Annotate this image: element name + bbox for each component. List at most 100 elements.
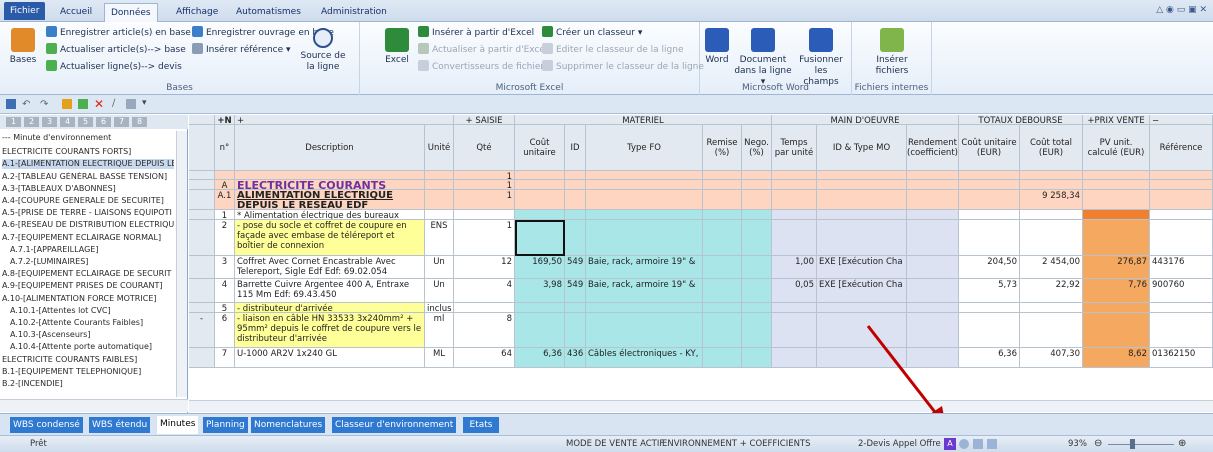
cell-description[interactable] [235,171,425,180]
cell-description[interactable]: U-1000 AR2V 1x240 GL [235,348,425,368]
group-header-main-oeuvre[interactable]: MAIN D'OEUVRE [772,115,959,125]
row-header[interactable] [189,256,215,279]
cell-type-mo[interactable] [817,171,907,180]
cell-unit[interactable] [425,180,454,190]
cell-number[interactable]: 2 [215,220,235,256]
cell-total-unit[interactable] [959,210,1020,220]
cell-total[interactable] [1020,180,1083,190]
row-header[interactable] [189,303,215,313]
cell-rendement[interactable] [907,171,959,180]
cell-quantity[interactable]: 12 [454,256,515,279]
tree-item[interactable]: A.7.1-[APPAREILLAGE] [10,245,178,255]
cell-total[interactable]: 2 454,00 [1020,256,1083,279]
tree-item[interactable]: A.10.1-[Attentes lot CVC] [10,306,178,316]
cell-number[interactable] [215,171,235,180]
cell-temps[interactable] [772,171,817,180]
status-icon[interactable] [973,439,983,449]
cell-reference[interactable]: 900760 [1150,279,1213,303]
tool-icon[interactable] [126,99,136,109]
group-header[interactable]: − [1150,115,1213,125]
cell-nego[interactable] [742,256,772,279]
tree-item[interactable]: A.6-[RESEAU DE DISTRIBUTION ELECTRIQU [2,220,174,230]
cell-remise[interactable] [703,313,742,348]
cell-unit[interactable]: Un [425,256,454,279]
cell-cout-unitaire[interactable]: 3,98 [515,279,565,303]
cell-quantity[interactable] [454,210,515,220]
cell-type-mo[interactable] [817,190,907,210]
cell-pv[interactable] [1083,180,1150,190]
tab-minutes[interactable]: Minutes [157,416,199,434]
row-header[interactable] [189,279,215,303]
cell-temps[interactable] [772,348,817,368]
tab-automatismes[interactable]: Automatismes [230,3,307,22]
mode-a-icon[interactable]: A [944,438,956,450]
cell-type-fo[interactable]: Baie, rack, armoire 19" & [586,256,703,279]
cell-pv[interactable] [1083,313,1150,348]
level-button[interactable]: 1 [6,117,21,127]
cell-number[interactable]: 1 [215,210,235,220]
cell-reference[interactable] [1150,171,1213,180]
cell-nego[interactable] [742,220,772,256]
tool-icon[interactable] [78,99,88,109]
cell-description[interactable]: - distributeur d'arrivée [235,303,425,313]
row-header[interactable] [189,171,215,180]
level-button[interactable]: 7 [114,117,129,127]
cell-type-fo[interactable] [586,303,703,313]
cell-total-unit[interactable]: 5,73 [959,279,1020,303]
cell-description[interactable]: - liaison en câble HN 33533 3x240mm² + 9… [235,313,425,348]
cell-reference[interactable] [1150,180,1213,190]
tree-item[interactable]: A.10.2-[Attente Courants Faibles] [10,318,178,328]
tree-item[interactable]: A.5-[PRISE DE TERRE - LIAISONS EQUIPOTI [2,208,174,218]
cell-nego[interactable] [742,348,772,368]
tab-planning[interactable]: Planning [203,417,248,433]
tree-item[interactable]: ELECTRICITE COURANTS FORTS] [2,147,174,157]
column-header[interactable]: Unité [425,125,454,171]
cell-temps[interactable] [772,190,817,210]
cell-pv[interactable] [1083,210,1150,220]
column-header[interactable]: Qté [454,125,515,171]
cell-temps[interactable] [772,313,817,348]
cell-reference[interactable] [1150,210,1213,220]
expand-all-button[interactable]: +N [215,115,235,125]
cell-quantity[interactable]: 1 [454,190,515,210]
update-article-button[interactable]: Actualiser article(s)--> base [46,43,186,56]
redo-icon[interactable]: ↷ [40,99,48,110]
cell-reference[interactable] [1150,220,1213,256]
cell-unit[interactable] [425,171,454,180]
cell-number[interactable]: 5 [215,303,235,313]
cell-type-mo[interactable]: EXE [Exécution Cha [817,256,907,279]
group-header-prix-vente[interactable]: +PRIX VENTE [1083,115,1150,125]
row-header[interactable] [189,210,215,220]
cell-unit[interactable]: ML [425,348,454,368]
corner-cell[interactable] [189,115,215,125]
column-header[interactable]: Rendement (coefficient) [907,125,959,171]
word-button[interactable]: Word [704,28,730,66]
tool-icon[interactable] [62,99,72,109]
level-button[interactable]: 2 [24,117,39,127]
cell-pv[interactable] [1083,190,1150,210]
cell-id[interactable]: 436 [565,348,586,368]
tab-nomenclatures[interactable]: Nomenclatures [251,417,326,433]
cell-rendement[interactable] [907,180,959,190]
tab-donnees[interactable]: Données [104,3,158,23]
cell-number[interactable]: 6 [215,313,235,348]
cell-pv[interactable]: 8,62 [1083,348,1150,368]
tab-classeur[interactable]: Classeur d'environnement [332,417,457,433]
tree-item[interactable]: A.7.2-[LUMINAIRES] [10,257,178,267]
cell-remise[interactable] [703,171,742,180]
row-header[interactable] [189,190,215,210]
cell-type-mo[interactable] [817,180,907,190]
cell-type-fo[interactable] [586,190,703,210]
group-header-saisie[interactable]: + SAISIE [454,115,515,125]
column-header[interactable]: Coût unitaire (EUR) [959,125,1020,171]
cell-temps[interactable]: 1,00 [772,256,817,279]
cell-total-unit[interactable] [959,171,1020,180]
tree-item[interactable]: A.10.3-[Ascenseurs] [10,330,178,340]
tab-wbs-etendu[interactable]: WBS étendu [89,417,151,433]
zoom-slider[interactable] [1108,444,1174,445]
cell-description[interactable]: ALIMENTATION ELECTRIQUE DEPUIS LE RESEAU… [235,190,425,210]
cell-total[interactable] [1020,220,1083,256]
row-header[interactable] [189,220,215,256]
cell-id[interactable] [565,171,586,180]
cell-total[interactable]: 9 258,34 [1020,190,1083,210]
